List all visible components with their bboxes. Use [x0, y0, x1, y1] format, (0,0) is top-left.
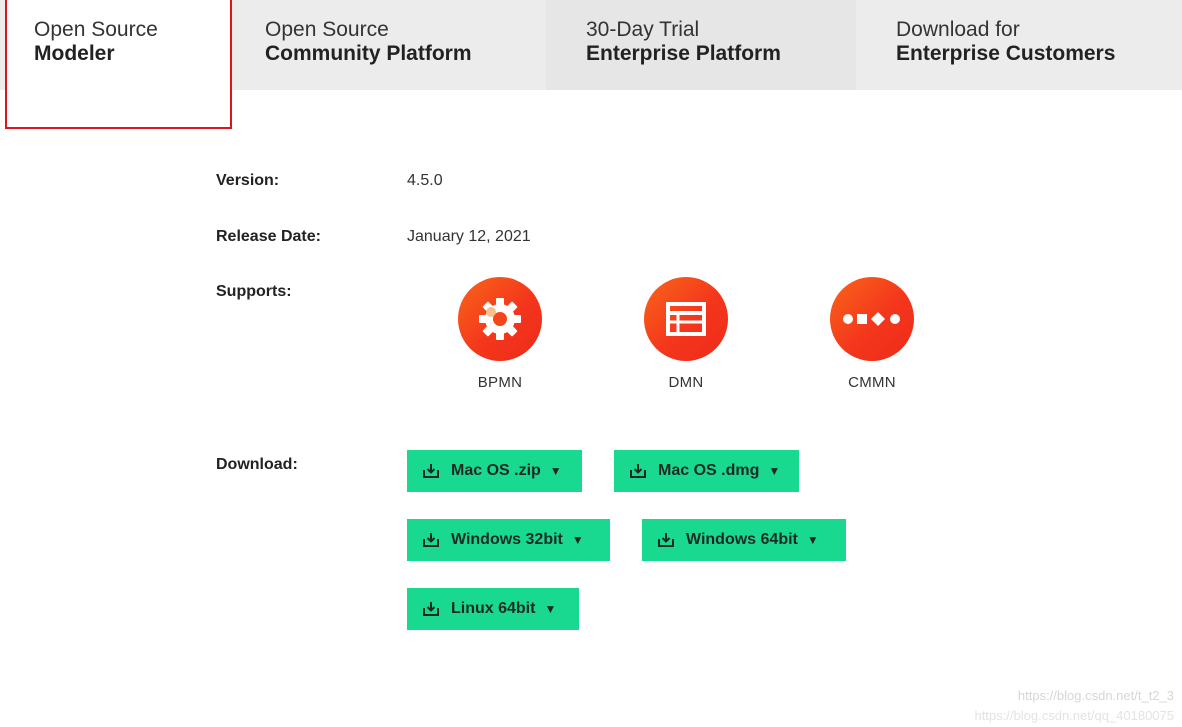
support-bpmn: BPMN: [455, 277, 545, 391]
tab-line1: Download for: [896, 18, 1020, 41]
supports-label: Supports:: [216, 283, 292, 300]
release-date-value: January 12, 2021: [407, 228, 531, 245]
tab-line2: Enterprise Customers: [896, 42, 1116, 65]
version-label: Version:: [216, 172, 280, 189]
download-icon: [423, 602, 439, 616]
download-icon: [630, 464, 646, 478]
tab-enterprise-customers[interactable]: Download for Enterprise Customers: [856, 0, 1182, 90]
version-value: 4.5.0: [407, 172, 443, 189]
download-windows-64bit-button[interactable]: Windows 64bit ▼: [642, 519, 846, 561]
watermark-line-2: https://blog.csdn.net/qq_40180075: [974, 708, 1175, 723]
download-macos-dmg-button[interactable]: Mac OS .dmg ▼: [614, 450, 799, 492]
download-icon: [423, 533, 439, 547]
download-label-text: Windows 32bit: [451, 531, 563, 548]
download-macos-zip-button[interactable]: Mac OS .zip ▼: [407, 450, 582, 492]
tab-line2: Modeler: [34, 42, 115, 65]
support-name: BPMN: [477, 374, 523, 391]
chevron-down-icon: ▼: [571, 533, 584, 547]
chevron-down-icon: ▼: [549, 464, 562, 478]
download-label: Download:: [216, 456, 298, 473]
support-name: DMN: [668, 374, 704, 391]
download-label-text: Linux 64bit: [451, 600, 536, 617]
download-label-text: Windows 64bit: [686, 531, 798, 548]
tab-line1: 30-Day Trial: [586, 18, 700, 41]
support-cmmn: CMMN: [827, 277, 917, 391]
chevron-down-icon: ▼: [806, 533, 819, 547]
tab-community-platform[interactable]: Open Source Community Platform: [232, 0, 546, 90]
chevron-down-icon: ▼: [544, 602, 557, 616]
download-windows-32bit-button[interactable]: Windows 32bit ▼: [407, 519, 610, 561]
download-icon: [423, 464, 439, 478]
tab-enterprise-trial[interactable]: 30-Day Trial Enterprise Platform: [546, 0, 856, 90]
release-date-label: Release Date:: [216, 228, 321, 245]
tab-line1: Open Source: [265, 18, 389, 41]
download-label-text: Mac OS .zip: [451, 462, 541, 479]
watermark-line-1: https://blog.csdn.net/t_t2_3: [1017, 688, 1174, 703]
support-name: CMMN: [848, 374, 896, 391]
tab-line2: Enterprise Platform: [586, 42, 781, 65]
download-label-text: Mac OS .dmg: [658, 462, 760, 479]
download-linux-64bit-button[interactable]: Linux 64bit ▼: [407, 588, 579, 630]
tab-modeler[interactable]: Open Source Modeler: [5, 0, 232, 129]
case-shapes-icon: [830, 277, 914, 361]
chevron-down-icon: ▼: [768, 464, 781, 478]
download-icon: [658, 533, 674, 547]
table-icon: [644, 277, 728, 361]
gear-icon: [458, 277, 542, 361]
tab-line1: Open Source: [34, 18, 158, 41]
tab-line2: Community Platform: [265, 42, 472, 65]
support-dmn: DMN: [641, 277, 731, 391]
